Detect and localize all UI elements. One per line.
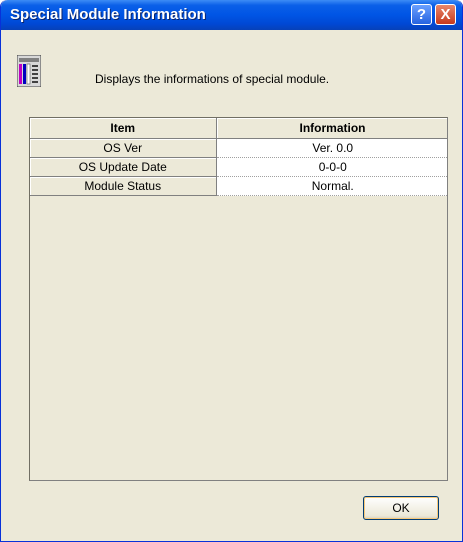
column-header-item[interactable]: Item: [30, 118, 217, 139]
module-icon: [17, 55, 41, 87]
help-button[interactable]: ?: [411, 4, 432, 25]
title-bar[interactable]: Special Module Information ? X: [1, 0, 462, 30]
table-header-row: Item Information: [30, 118, 447, 139]
special-module-dialog: Special Module Information ? X Displays …: [0, 0, 463, 542]
row-info-cell[interactable]: Normal.: [216, 176, 447, 196]
help-icon: ?: [416, 6, 427, 23]
close-icon: X: [440, 6, 451, 23]
info-grid[interactable]: Item Information OS Ver Ver. 0.0 OS Upda…: [29, 117, 448, 481]
row-item-cell: OS Ver: [30, 138, 217, 158]
window-title: Special Module Information: [10, 6, 206, 23]
table-row[interactable]: OS Update Date 0-0-0: [30, 157, 447, 177]
row-item-cell: Module Status: [30, 176, 217, 196]
table-row[interactable]: OS Ver Ver. 0.0: [30, 138, 447, 158]
description-text: Displays the informations of special mod…: [95, 72, 330, 86]
close-button[interactable]: X: [435, 4, 456, 25]
row-item-cell: OS Update Date: [30, 157, 217, 177]
ok-button[interactable]: OK: [363, 496, 439, 520]
info-table: Item Information OS Ver Ver. 0.0 OS Upda…: [30, 118, 447, 196]
dialog-header: Displays the informations of special mod…: [1, 30, 462, 115]
row-info-cell[interactable]: 0-0-0: [216, 157, 447, 177]
row-info-cell[interactable]: Ver. 0.0: [216, 138, 447, 158]
column-header-information[interactable]: Information: [216, 118, 447, 139]
table-row[interactable]: Module Status Normal.: [30, 176, 447, 196]
